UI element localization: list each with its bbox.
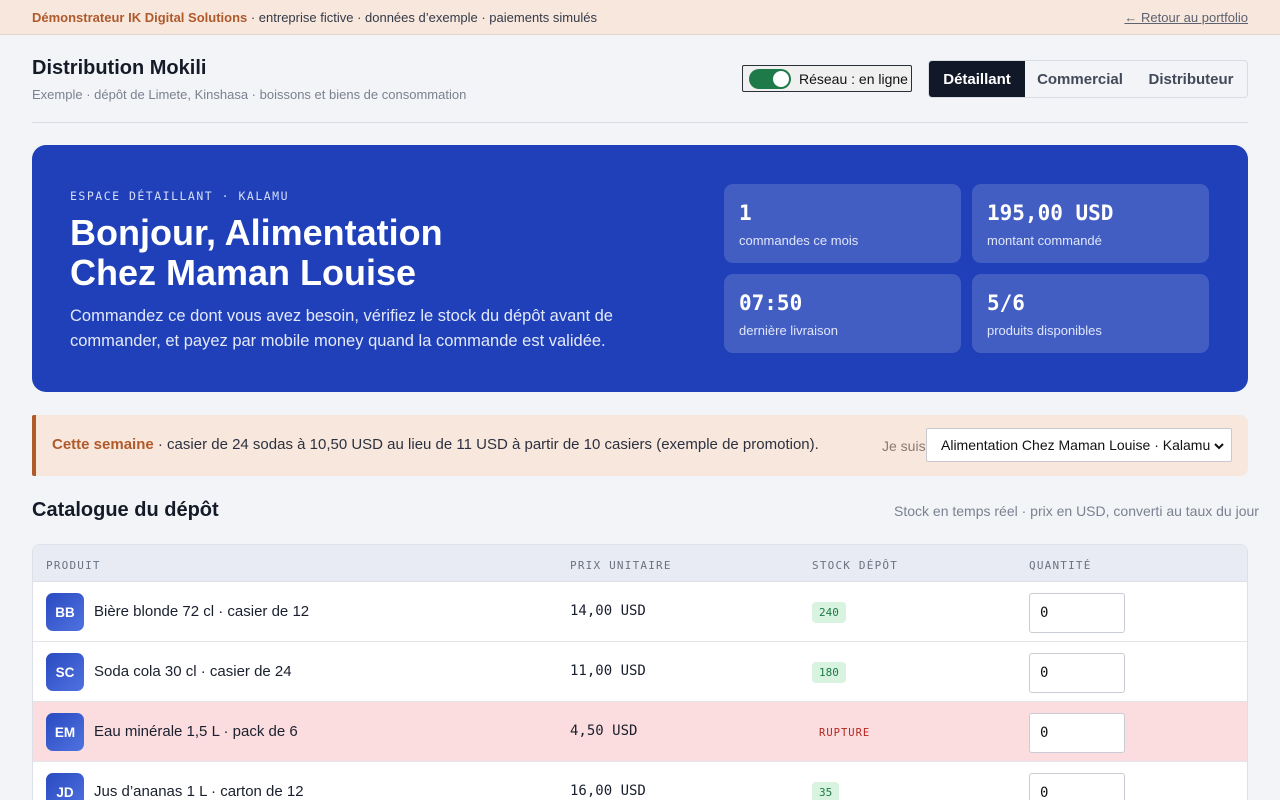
stat-value: 195,00 USD bbox=[987, 201, 1114, 225]
toggle-switch-icon bbox=[749, 68, 791, 89]
stat-products-available: 5/6 produits disponibles bbox=[972, 274, 1209, 353]
product-price: 4,50 USD bbox=[570, 723, 638, 739]
stat-label: dernière livraison bbox=[739, 323, 838, 338]
toggle-knob bbox=[773, 70, 789, 87]
back-to-portfolio-link[interactable]: ← Retour au portfolio bbox=[1124, 10, 1248, 25]
demo-banner-text: Démonstrateur IK Digital Solutions · ent… bbox=[32, 10, 597, 25]
stat-amount-ordered: 195,00 USD montant commandé bbox=[972, 184, 1209, 263]
page-subtitle: Exemple · dépôt de Limete, Kinshasa · bo… bbox=[32, 87, 467, 102]
page-title: Distribution Mokili bbox=[32, 57, 207, 79]
hero-description: Commandez ce dont vous avez besoin, véri… bbox=[70, 307, 613, 350]
product-avatar: BB bbox=[46, 593, 84, 631]
hero-eyebrow: ESPACE DÉTAILLANT · KALAMU bbox=[70, 189, 290, 203]
product-name: Bière blonde 72 cl · casier de 12 bbox=[94, 603, 310, 620]
promo-text: Cette semaine · casier de 24 sodas à 10,… bbox=[52, 436, 819, 453]
chevron-down-icon bbox=[1214, 443, 1224, 450]
promo-title: Cette semaine bbox=[52, 436, 154, 453]
product-name: Eau minérale 1,5 L · pack de 6 bbox=[94, 723, 298, 740]
table-row: SC Soda cola 30 cl · casier de 24 11,00 … bbox=[33, 642, 1247, 702]
catalog-title: Catalogue du dépôt bbox=[32, 499, 219, 521]
demo-banner: Démonstrateur IK Digital Solutions · ent… bbox=[0, 0, 1280, 35]
stock-badge: 35 bbox=[812, 782, 840, 800]
promo-banner: Cette semaine · casier de 24 sodas à 10,… bbox=[32, 415, 1248, 476]
product-name: Soda cola 30 cl · casier de 24 bbox=[94, 663, 292, 680]
retailer-select-label: Je suis bbox=[882, 438, 926, 454]
quantity-input[interactable] bbox=[1029, 773, 1125, 800]
stock-badge-out-of-stock: RUPTURE bbox=[819, 726, 871, 739]
stat-value: 07:50 bbox=[739, 291, 803, 315]
table-header: PRODUIT PRIX UNITAIRE STOCK DÉPÔT QUANTI… bbox=[33, 545, 1247, 582]
product-avatar: SC bbox=[46, 653, 84, 691]
product-avatar: EM bbox=[46, 713, 84, 751]
quantity-input[interactable] bbox=[1029, 653, 1125, 693]
product-price: 16,00 USD bbox=[570, 783, 646, 799]
page-header: Distribution Mokili Exemple · dépôt de L… bbox=[32, 35, 1248, 123]
stat-value: 1 bbox=[739, 201, 752, 225]
role-tab-detaillant[interactable]: Détaillant bbox=[929, 61, 1025, 97]
hero-panel: ESPACE DÉTAILLANT · KALAMU Bonjour, Alim… bbox=[32, 145, 1248, 392]
network-toggle[interactable]: Réseau : en ligne bbox=[742, 65, 912, 92]
stock-badge: 240 bbox=[812, 602, 846, 623]
stat-last-delivery: 07:50 dernière livraison bbox=[724, 274, 961, 353]
product-name: Jus d’ananas 1 L · carton de 12 bbox=[94, 783, 304, 800]
stat-label: produits disponibles bbox=[987, 323, 1102, 338]
stat-label: commandes ce mois bbox=[739, 233, 859, 248]
role-tab-distributeur[interactable]: Distributeur bbox=[1135, 61, 1247, 97]
product-avatar: JD bbox=[46, 773, 84, 800]
table-row: BB Bière blonde 72 cl · casier de 12 14,… bbox=[33, 582, 1247, 642]
column-header-quantity: QUANTITÉ bbox=[1029, 559, 1092, 572]
demo-notes: · entreprise fictive · données d’exemple… bbox=[247, 9, 597, 25]
table-row: EM Eau minérale 1,5 L · pack de 6 4,50 U… bbox=[33, 702, 1247, 762]
table-row: JD Jus d’ananas 1 L · carton de 12 16,00… bbox=[33, 762, 1247, 800]
stat-orders-this-month: 1 commandes ce mois bbox=[724, 184, 961, 263]
catalog-table: PRODUIT PRIX UNITAIRE STOCK DÉPÔT QUANTI… bbox=[32, 544, 1248, 800]
catalog-subtitle: Stock en temps réel · prix en USD, conve… bbox=[894, 503, 1259, 519]
network-status-label: Réseau : en ligne bbox=[799, 70, 908, 87]
hero-greeting: Bonjour, Alimentation Chez Maman Louise bbox=[70, 212, 443, 293]
retailer-select[interactable]: Alimentation Chez Maman Louise · Kalamu bbox=[926, 428, 1232, 462]
role-tab-commercial[interactable]: Commercial bbox=[1025, 61, 1135, 97]
stat-value: 5/6 bbox=[987, 291, 1025, 315]
column-header-unit-price: PRIX UNITAIRE bbox=[570, 559, 672, 572]
demo-brand: Démonstrateur IK Digital Solutions bbox=[32, 9, 248, 25]
column-header-product: PRODUIT bbox=[46, 559, 101, 572]
product-price: 11,00 USD bbox=[570, 663, 646, 679]
stat-label: montant commandé bbox=[987, 233, 1102, 248]
quantity-input[interactable] bbox=[1029, 713, 1125, 753]
retailer-select-value: Alimentation Chez Maman Louise · Kalamu bbox=[941, 437, 1211, 453]
stock-badge: 180 bbox=[812, 662, 846, 683]
promo-description: · casier de 24 sodas à 10,50 USD au lieu… bbox=[153, 436, 819, 453]
quantity-input[interactable] bbox=[1029, 593, 1125, 633]
product-price: 14,00 USD bbox=[570, 603, 646, 619]
role-switcher: Détaillant Commercial Distributeur bbox=[928, 60, 1248, 98]
column-header-stock: STOCK DÉPÔT bbox=[812, 559, 899, 572]
